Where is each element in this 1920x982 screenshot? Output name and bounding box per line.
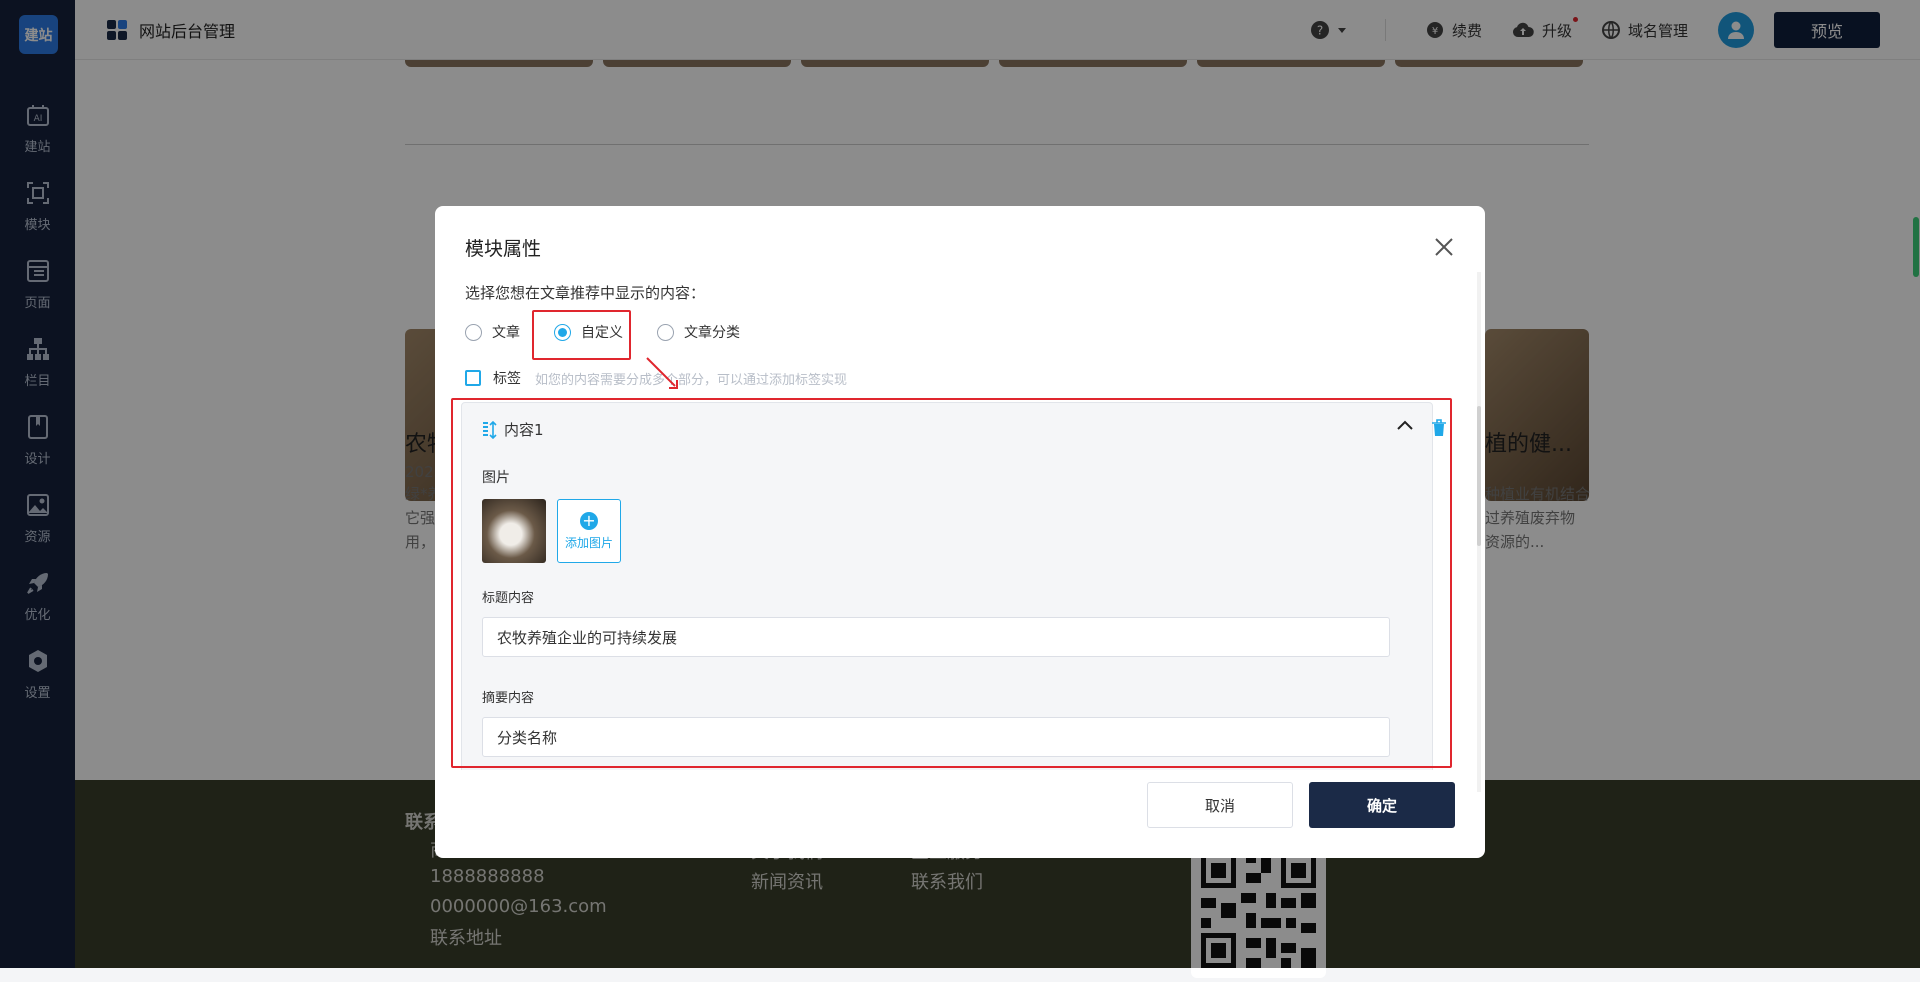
dialog-title: 模块属性 [465, 238, 542, 260]
plus-icon: + [580, 511, 598, 530]
close-icon[interactable] [1433, 236, 1455, 258]
tag-checkbox[interactable] [465, 370, 481, 386]
radio-circle [657, 323, 674, 341]
module-properties-dialog: 模块属性 选择您想在文章推荐中显示的内容： 文章 自定义 文章分类 标签 如您的… [435, 206, 1485, 858]
title-input[interactable]: 农牧养殖企业的可持续发展 [482, 617, 1390, 657]
annotation-arrow [646, 357, 678, 389]
cancel-button[interactable]: 取消 [1147, 782, 1293, 828]
summary-input[interactable]: 分类名称 [482, 717, 1390, 757]
radio-article[interactable]: 文章 [465, 322, 520, 342]
radio-circle [465, 323, 482, 341]
content-block: 内容1 图片 + 添加图片 标题内容 农牧养殖企业的可持续发展 摘要内容 分类名… [461, 402, 1433, 770]
tag-hint: 如您的内容需要分成多个部分，可以通过添加标签实现 [535, 372, 848, 388]
content-block-viewport: 内容1 图片 + 添加图片 标题内容 农牧养殖企业的可持续发展 摘要内容 分类名… [455, 400, 1460, 770]
dialog-scroll-thumb[interactable] [1477, 406, 1481, 546]
trash-icon[interactable] [1431, 419, 1447, 437]
image-label: 图片 [482, 470, 510, 486]
drag-sort-icon[interactable] [482, 420, 498, 439]
radio-article-category[interactable]: 文章分类 [657, 322, 740, 342]
dialog-scrollbar[interactable] [1477, 272, 1481, 792]
title-label: 标题内容 [482, 591, 535, 606]
chevron-up-icon[interactable] [1396, 417, 1414, 435]
highlight-box-custom [532, 310, 631, 360]
add-image-button[interactable]: + 添加图片 [557, 499, 621, 563]
confirm-button[interactable]: 确定 [1309, 782, 1455, 828]
content-type-question: 选择您想在文章推荐中显示的内容： [465, 284, 706, 302]
content-block-header[interactable]: 内容1 [482, 419, 544, 440]
content-image-thumbnail[interactable] [482, 499, 546, 563]
summary-label: 摘要内容 [482, 691, 535, 706]
